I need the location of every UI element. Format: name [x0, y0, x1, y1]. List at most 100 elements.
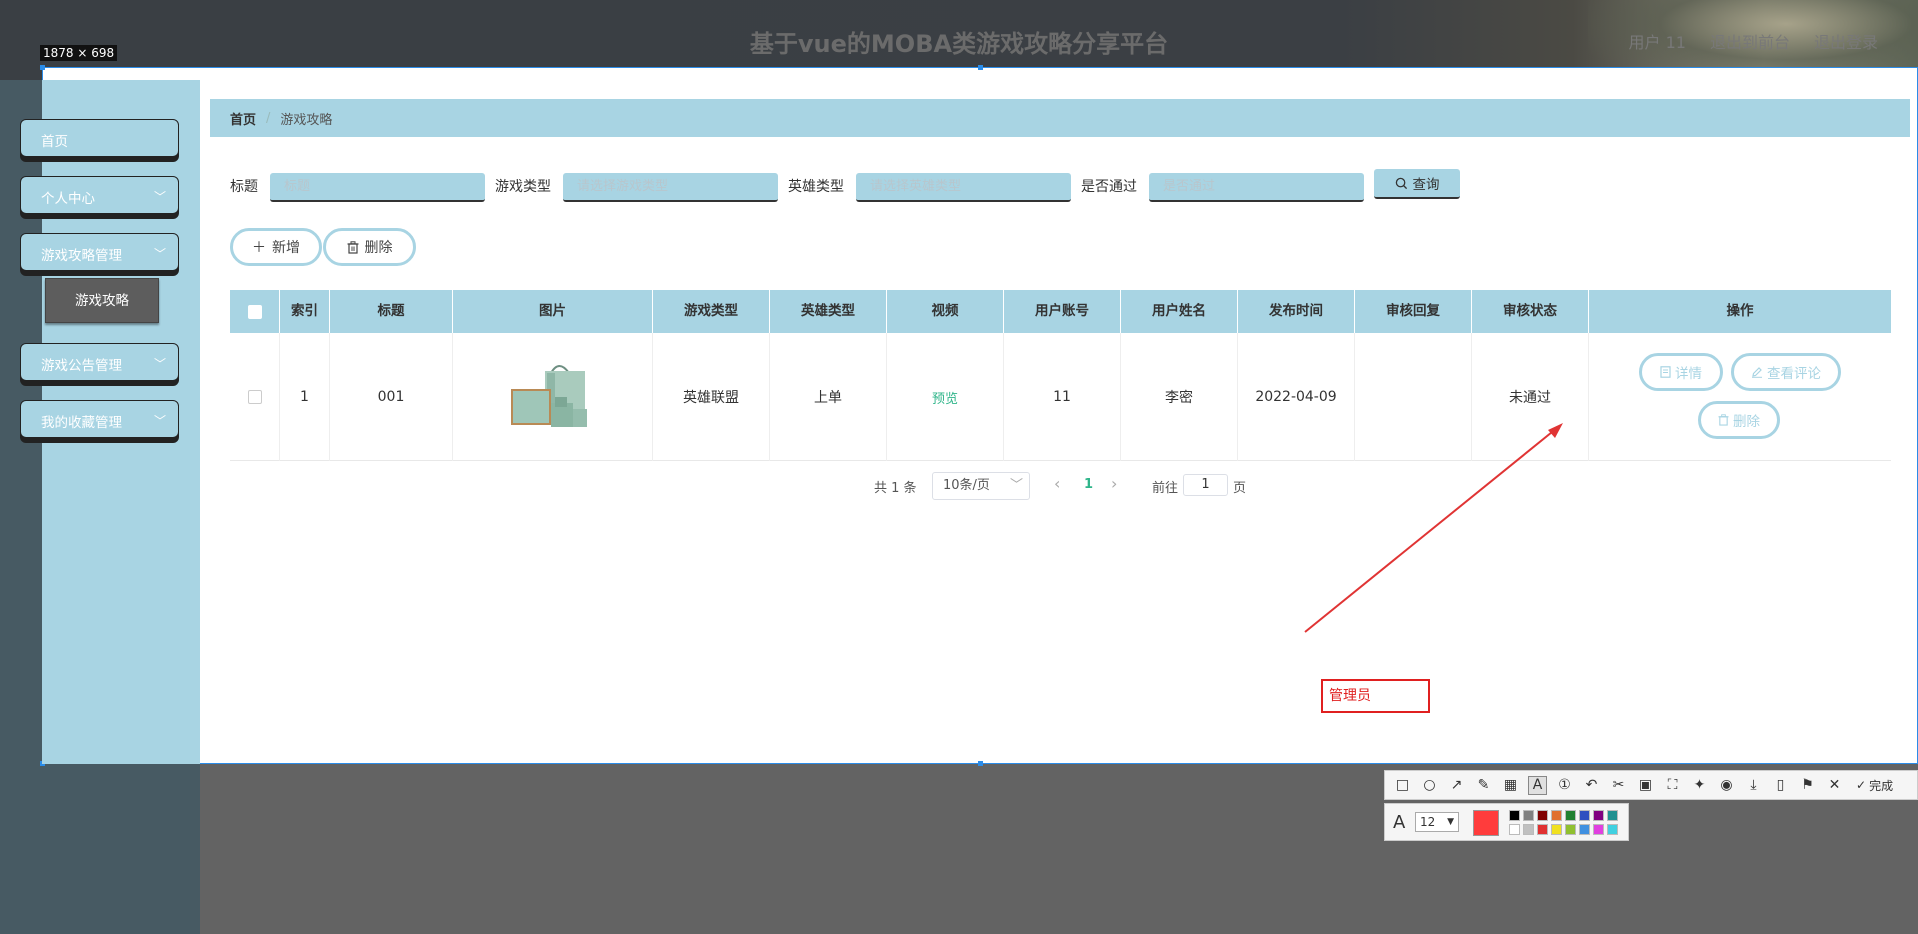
query-button[interactable]: 查询: [1374, 169, 1460, 199]
column-header: 用户账号: [1004, 290, 1121, 333]
undo-icon[interactable]: ↶: [1582, 776, 1601, 795]
color-swatch[interactable]: [1551, 824, 1562, 835]
sidebar-item-guide-management[interactable]: 游戏攻略管理 ﹀: [20, 233, 179, 271]
resize-handle[interactable]: [978, 761, 983, 766]
arrow-tool-icon[interactable]: ↗: [1447, 776, 1466, 795]
breadcrumb-current: 游戏攻略: [280, 112, 333, 128]
row-select-cell: [230, 333, 280, 461]
color-swatch[interactable]: [1509, 824, 1520, 835]
back-to-frontend-link[interactable]: 退出到前台: [1710, 29, 1790, 53]
font-icon: A: [1393, 812, 1406, 833]
sidebar-item-personal-center[interactable]: 个人中心 ﹀: [20, 176, 179, 214]
bookmark-icon[interactable]: ⚑: [1798, 776, 1817, 795]
color-swatch[interactable]: [1607, 824, 1618, 835]
resize-handle[interactable]: [40, 65, 45, 70]
pen-tool-icon[interactable]: ✎: [1474, 776, 1493, 795]
resize-handle[interactable]: [978, 65, 983, 70]
phone-icon[interactable]: ▯: [1771, 776, 1790, 795]
approval-select[interactable]: 是否通过: [1149, 173, 1364, 202]
hero-type-select[interactable]: 请选择英雄类型: [856, 173, 1071, 202]
color-swatch[interactable]: [1551, 810, 1562, 821]
record-icon[interactable]: ◉: [1717, 776, 1736, 795]
approval-filter-label: 是否通过: [1081, 179, 1137, 195]
column-header: 标题: [330, 290, 453, 333]
current-color-swatch[interactable]: [1473, 810, 1499, 836]
video-preview-link[interactable]: 预览: [932, 388, 958, 407]
color-swatch[interactable]: [1523, 824, 1534, 835]
page-suffix: 页: [1233, 481, 1247, 496]
column-header: 用户姓名: [1121, 290, 1238, 333]
color-swatch[interactable]: [1523, 810, 1534, 821]
pin-icon[interactable]: ✦: [1690, 776, 1709, 795]
delete-button-label: 删除: [364, 240, 393, 256]
column-header: 审核回复: [1355, 290, 1472, 333]
column-header: 图片: [453, 290, 653, 333]
color-swatch[interactable]: [1579, 824, 1590, 835]
sidebar-subitem-game-guide[interactable]: 游戏攻略: [45, 278, 159, 323]
breadcrumb-separator: /: [266, 110, 271, 126]
annotation-text-box[interactable]: 管理员: [1321, 679, 1430, 713]
font-size-value: 12: [1420, 815, 1436, 829]
done-button[interactable]: ✓ 完成: [1856, 777, 1893, 794]
add-button[interactable]: ＋ 新增: [230, 228, 322, 266]
current-page[interactable]: 1: [1084, 477, 1093, 492]
chevron-down-icon: ﹀: [153, 190, 166, 204]
prev-page-button[interactable]: ‹: [1054, 474, 1060, 493]
view-comments-button[interactable]: 查看评论: [1731, 353, 1841, 391]
font-size-select[interactable]: 12 ▼: [1415, 812, 1459, 832]
row-checkbox[interactable]: [247, 390, 262, 404]
color-swatch[interactable]: [1537, 810, 1548, 821]
row-delete-button[interactable]: 删除: [1698, 401, 1780, 439]
close-icon[interactable]: ✕: [1825, 776, 1844, 795]
product-image[interactable]: [506, 359, 599, 435]
reply-cell: [1355, 333, 1472, 461]
column-header: 英雄类型: [770, 290, 887, 333]
color-swatch[interactable]: [1593, 824, 1604, 835]
trash-icon: [1718, 414, 1729, 426]
color-swatch[interactable]: [1537, 824, 1548, 835]
color-swatch[interactable]: [1509, 810, 1520, 821]
column-header: 发布时间: [1238, 290, 1355, 333]
ocr-icon[interactable]: ▣: [1636, 776, 1655, 795]
game-type-filter-label: 游戏类型: [495, 179, 551, 195]
download-icon[interactable]: ⤓: [1744, 776, 1763, 795]
table-row: 1 001 英雄联盟 上单 预览 11 李密 2022-04-09 未通过 详情…: [230, 333, 1891, 461]
scan-icon[interactable]: ⛶: [1663, 776, 1682, 795]
ellipse-tool-icon[interactable]: ○: [1420, 776, 1439, 795]
text-tool-icon[interactable]: A: [1528, 775, 1547, 795]
chevron-down-icon: ﹀: [153, 414, 166, 428]
title-filter-input[interactable]: 标题: [270, 173, 485, 202]
color-swatch[interactable]: [1579, 810, 1590, 821]
cut-icon[interactable]: ✂: [1609, 776, 1628, 795]
select-all-checkbox[interactable]: [247, 304, 262, 319]
detail-button-label: 详情: [1675, 366, 1702, 382]
logout-link[interactable]: 退出登录: [1814, 29, 1878, 53]
select-all-cell: [230, 290, 280, 333]
sidebar-item-home[interactable]: 首页: [20, 119, 179, 157]
number-tool-icon[interactable]: ①: [1555, 776, 1574, 795]
document-icon: [1660, 366, 1671, 378]
color-swatch[interactable]: [1565, 824, 1576, 835]
page-size-value: 10条/页: [943, 478, 990, 493]
color-swatch[interactable]: [1565, 810, 1576, 821]
mosaic-tool-icon[interactable]: ▦: [1501, 776, 1520, 795]
column-header: 游戏类型: [653, 290, 770, 333]
check-icon: ✓: [1856, 778, 1867, 792]
bulk-delete-button[interactable]: 删除: [323, 228, 416, 266]
sidebar-item-announcement-management[interactable]: 游戏公告管理 ﹀: [20, 343, 179, 381]
user-link[interactable]: 用户 11: [1629, 29, 1686, 53]
color-swatch[interactable]: [1607, 810, 1618, 821]
breadcrumb-home[interactable]: 首页: [230, 109, 256, 128]
trash-icon: [347, 240, 358, 254]
page-size-select[interactable]: 10条/页 ﹀: [932, 472, 1030, 500]
sidebar-item-favorites-management[interactable]: 我的收藏管理 ﹀: [20, 400, 179, 438]
sidebar-item-label: 游戏公告管理: [41, 358, 122, 374]
next-page-button[interactable]: ›: [1111, 474, 1117, 493]
color-swatch[interactable]: [1593, 810, 1604, 821]
rectangle-tool-icon[interactable]: □: [1393, 776, 1412, 795]
sidebar-item-label: 游戏攻略管理: [41, 248, 122, 264]
goto-page-input[interactable]: 1: [1183, 474, 1228, 496]
detail-button[interactable]: 详情: [1639, 353, 1723, 391]
game-type-select[interactable]: 请选择游戏类型: [563, 173, 778, 202]
column-header: 操作: [1726, 303, 1754, 319]
